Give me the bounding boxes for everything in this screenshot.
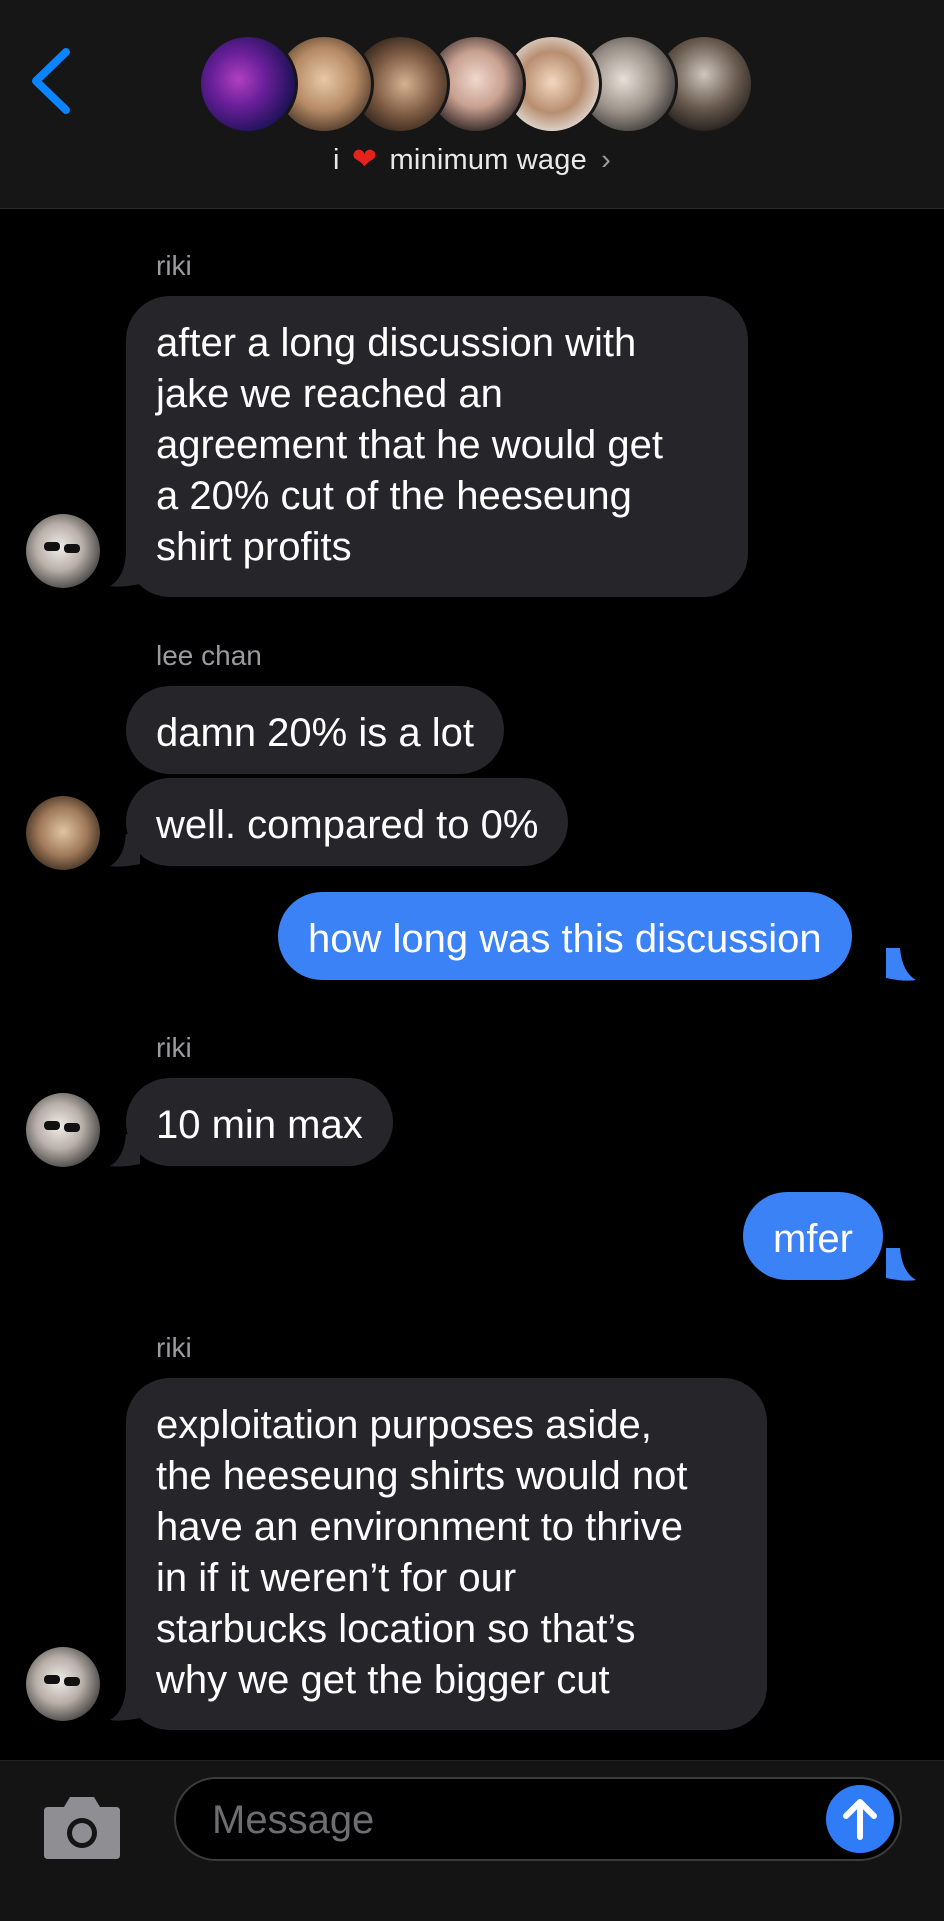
message-input-bar [0,1760,944,1921]
message-line: in if it weren’t for our [156,1556,517,1600]
message-line: after a long discussion with [156,321,637,365]
message-line: shirt profits [156,525,352,569]
message-line: why we get the bigger cut [156,1658,610,1702]
arrow-up-icon [843,1799,877,1840]
message-line: agreement that he would get [156,423,664,467]
sunglasses-icon [44,542,80,553]
message-field[interactable] [174,1777,902,1861]
group-name: minimum wage [389,144,587,176]
chevron-right-icon: › [601,144,612,176]
heart-icon: ❤ [351,143,378,176]
avatar[interactable] [26,1093,100,1167]
bubble-tail [110,834,140,867]
sunglasses-icon [44,1675,80,1686]
camera-icon[interactable] [40,1791,124,1863]
bubble-tail [110,1688,140,1721]
message-bubble-incoming[interactable]: after a long discussion with jake we rea… [126,296,748,597]
avatar[interactable] [26,514,100,588]
avatar[interactable] [26,796,100,870]
bubble-tail [886,1248,916,1281]
message-bubble-outgoing[interactable]: how long was this discussion [278,892,852,980]
bubble-tail [110,1134,140,1167]
bubble-tail [886,948,916,981]
sender-name: lee chan [156,640,262,671]
message-line: have an environment to thrive [156,1505,683,1549]
message-line: jake we reached an [156,372,503,416]
sender-name: riki [156,1332,192,1363]
avatar[interactable] [26,1647,100,1721]
message-line: exploitation purposes aside, [156,1403,652,1447]
message-bubble-incoming[interactable]: 10 min max [126,1078,393,1166]
group-title[interactable]: i ❤ minimum wage › [0,142,944,177]
message-line: damn 20% is a lot [156,711,474,755]
message-line: the heeseung shirts would not [156,1454,688,1498]
message-bubble-outgoing[interactable]: mfer [743,1192,883,1280]
sunglasses-icon [44,1121,80,1132]
back-chevron-icon[interactable] [22,44,82,114]
sender-name: riki [156,250,192,281]
send-button[interactable] [826,1785,894,1853]
chat-header: i ❤ minimum wage › [0,0,944,209]
message-line: a 20% cut of the heeseung [156,474,632,518]
sender-name: riki [156,1032,192,1063]
message-line: starbucks location so that’s [156,1607,636,1651]
message-line: well. compared to 0% [156,803,539,847]
bubble-tail [110,554,140,587]
message-bubble-incoming[interactable]: damn 20% is a lot [126,686,504,774]
message-bubble-incoming[interactable]: well. compared to 0% [126,778,569,866]
message-line: mfer [773,1217,853,1261]
message-line: how long was this discussion [308,917,822,961]
group-avatar [198,34,298,134]
group-title-prefix: i [332,144,340,176]
message-input[interactable] [210,1779,794,1861]
message-line: 10 min max [156,1103,363,1147]
message-bubble-incoming[interactable]: exploitation purposes aside, the heeseun… [126,1378,767,1730]
